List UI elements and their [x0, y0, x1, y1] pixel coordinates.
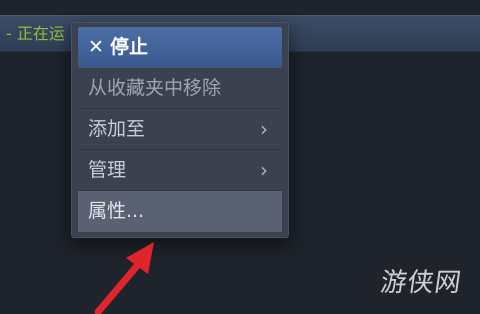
menu-item-manage-label: 管理 — [88, 159, 127, 181]
game-running-status: - 正在运 — [6, 24, 65, 43]
menu-item-properties[interactable]: 属性... — [78, 191, 282, 232]
menu-item-add-to[interactable]: 添加至 › — [78, 109, 282, 150]
menu-item-stop-label: 停止 — [110, 36, 149, 58]
menu-item-manage[interactable]: 管理 › — [78, 150, 282, 191]
menu-item-add-to-label: 添加至 — [88, 118, 146, 140]
watermark-logo: 游侠网 — [378, 268, 464, 298]
annotation-arrow-icon — [94, 242, 154, 314]
menu-item-remove-from-favorites-label: 从收藏夹中移除 — [88, 77, 222, 99]
menu-item-properties-label: 属性... — [88, 200, 145, 222]
chevron-right-icon: › — [260, 117, 268, 141]
close-icon: ✕ — [88, 36, 104, 58]
context-menu: ✕ 停止 从收藏夹中移除 添加至 › 管理 › 属性... — [71, 22, 289, 238]
menu-item-stop[interactable]: ✕ 停止 — [78, 27, 282, 68]
menu-item-remove-from-favorites[interactable]: 从收藏夹中移除 — [78, 68, 282, 109]
chevron-right-icon: › — [260, 158, 268, 182]
